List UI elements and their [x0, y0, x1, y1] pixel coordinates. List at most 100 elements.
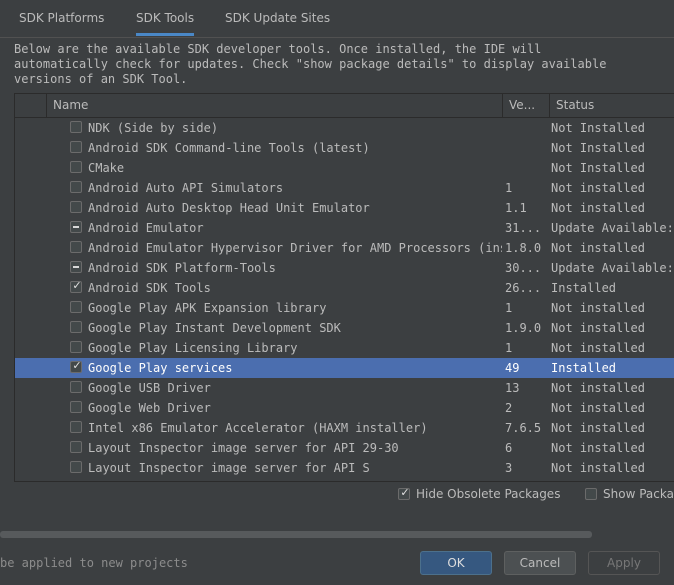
row-version: 3 [505, 461, 513, 475]
row-version: 30... [505, 261, 542, 275]
row-name: Google Play services [88, 361, 233, 375]
row-name: Layout Inspector image server for API S [88, 461, 370, 475]
row-version [505, 118, 549, 138]
description-line: automatically check for updates. Check "… [14, 57, 607, 71]
table-row[interactable]: Intel x86 Emulator Accelerator (HAXM ins… [15, 418, 674, 438]
table-row[interactable]: Android SDK Platform-Tools 30... Update Av… [15, 258, 674, 278]
row-checkbox[interactable] [70, 141, 82, 153]
table-row[interactable]: ✓ Android SDK Tools 26... Installed [15, 278, 674, 298]
row-checkbox[interactable] [70, 401, 82, 413]
row-name: Android SDK Command-line Tools (latest) [88, 141, 370, 155]
column-divider[interactable] [502, 94, 503, 117]
row-checkbox[interactable] [70, 461, 82, 473]
row-name: NDK (Side by side) [88, 121, 219, 135]
row-name: Intel x86 Emulator Accelerator (HAXM ins… [88, 421, 428, 435]
row-checkbox[interactable] [70, 261, 82, 273]
table-row[interactable]: Google Play Licensing Library 1 Not instal… [15, 338, 674, 358]
table-row[interactable]: Google USB Driver 13 Not installed [15, 378, 674, 398]
table-row[interactable]: CMake Not Installed [15, 158, 674, 178]
row-status: Not installed [551, 341, 645, 355]
row-name: Android SDK Tools [88, 281, 211, 295]
description-line: versions of an SDK Tool. [14, 72, 188, 86]
tab-bar: SDK Platforms SDK Tools SDK Update Sites [0, 0, 674, 38]
row-version: 1.1 [505, 201, 527, 215]
row-status: Not installed [551, 241, 645, 255]
row-version: 26... [505, 281, 542, 295]
row-name: Android Auto API Simulators [88, 181, 284, 195]
row-checkbox[interactable] [70, 341, 82, 353]
minus-icon [73, 226, 79, 228]
sdk-tools-table: Name Ve... Status NDK (Side by side) Not … [14, 93, 674, 482]
table-row[interactable]: Android Emulator 31... Update Available: [15, 218, 674, 238]
table-row[interactable]: NDK (Side by side) Not Installed [15, 118, 674, 138]
column-header-status[interactable]: Status [556, 94, 594, 117]
description-line: Below are the available SDK developer to… [14, 42, 542, 56]
row-checkbox[interactable] [70, 221, 82, 233]
row-name: CMake [88, 161, 125, 175]
row-name: Layout Inspector image server for API 29… [88, 441, 399, 455]
tab-sdk-update-sites[interactable]: SDK Update Sites [225, 0, 330, 36]
row-name: Android SDK Platform-Tools [88, 261, 276, 275]
row-version [505, 158, 549, 178]
table-row[interactable]: Google Play Instant Development SDK 1.9.0… [15, 318, 674, 338]
description: Below are the available SDK developer to… [14, 42, 664, 87]
row-version: 6 [505, 441, 513, 455]
tab-sdk-platforms[interactable]: SDK Platforms [19, 0, 104, 36]
row-name: Google Play APK Expansion library [88, 301, 327, 315]
row-checkbox[interactable]: ✓ [70, 279, 82, 293]
table-row[interactable]: Android Auto Desktop Head Unit Emulator 1… [15, 198, 674, 218]
column-header-name[interactable]: Name [53, 94, 88, 117]
column-header-version[interactable]: Ve... [509, 94, 535, 117]
row-name: Android Auto Desktop Head Unit Emulator [88, 201, 370, 215]
row-checkbox[interactable] [70, 421, 82, 433]
scrollbar-thumb[interactable] [0, 531, 592, 538]
table-row[interactable]: Google Play APK Expansion library 1 Not in… [15, 298, 674, 318]
cancel-button[interactable]: Cancel [504, 551, 576, 575]
row-checkbox[interactable] [70, 121, 82, 133]
row-name: Android Emulator Hypervisor Driver for A… [88, 241, 502, 255]
row-status: Update Available: [551, 261, 674, 275]
table-row[interactable]: Google Web Driver 2 Not installed [15, 398, 674, 418]
row-checkbox[interactable] [70, 381, 82, 393]
row-status: Not Installed [551, 141, 645, 155]
row-status: Update Available: [551, 221, 674, 235]
row-version: 13 [505, 381, 520, 395]
column-divider[interactable] [46, 94, 47, 117]
row-version: 1 [505, 301, 513, 315]
table-row[interactable]: Android Emulator Hypervisor Driver for A… [15, 238, 674, 258]
row-status: Not installed [551, 321, 645, 335]
row-checkbox[interactable] [70, 181, 82, 193]
table-row[interactable]: Layout Inspector image server for API S 3… [15, 458, 674, 478]
row-checkbox[interactable]: ✓ [70, 359, 82, 373]
table-header: Name Ve... Status [15, 94, 674, 118]
row-version [505, 138, 549, 158]
row-checkbox[interactable] [70, 161, 82, 173]
row-status: Not installed [551, 381, 645, 395]
apply-button[interactable]: Apply [588, 551, 660, 575]
row-version: 1.8.0 [505, 241, 542, 255]
row-name: Google Web Driver [88, 401, 211, 415]
row-version: 7.6.5 [505, 421, 542, 435]
check-icon: ✓ [72, 359, 82, 372]
tab-sdk-tools[interactable]: SDK Tools [136, 0, 195, 36]
row-checkbox[interactable] [70, 441, 82, 453]
table-row[interactable]: Android Auto API Simulators 1 Not installe… [15, 178, 674, 198]
row-checkbox[interactable] [70, 321, 82, 333]
minus-icon [73, 266, 79, 268]
footer-note: be applied to new projects [0, 556, 188, 570]
row-checkbox[interactable] [70, 241, 82, 253]
check-icon: ✓ [400, 486, 410, 499]
show-details-checkbox[interactable] [585, 488, 597, 500]
hide-obsolete-checkbox[interactable]: ✓ [398, 486, 410, 500]
row-name: Android Emulator [88, 221, 204, 235]
row-checkbox[interactable] [70, 301, 82, 313]
column-divider[interactable] [549, 94, 550, 117]
ok-button[interactable]: OK [420, 551, 492, 575]
table-row[interactable]: Android SDK Command-line Tools (latest) N… [15, 138, 674, 158]
table-row[interactable]: ✓ Google Play services 49 Installed [15, 358, 674, 378]
table-row[interactable]: Layout Inspector image server for API 29… [15, 438, 674, 458]
show-details-label: Show Packa [603, 487, 674, 501]
row-status: Not installed [551, 441, 645, 455]
row-checkbox[interactable] [70, 201, 82, 213]
row-version: 2 [505, 401, 513, 415]
